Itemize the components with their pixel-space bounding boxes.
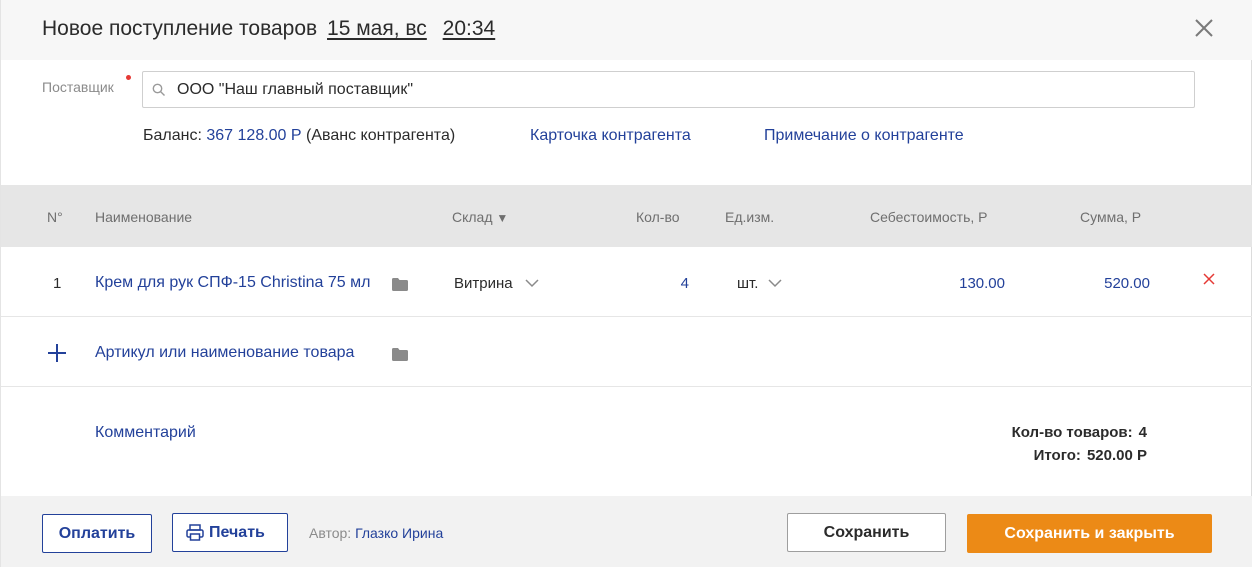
delete-icon[interactable] — [1203, 273, 1215, 285]
required-marker — [126, 75, 131, 80]
supplier-field[interactable] — [142, 71, 1195, 108]
add-product-row: Артикул или наименование товара — [1, 317, 1252, 387]
row-number: 1 — [53, 275, 62, 292]
save-button[interactable]: Сохранить — [787, 513, 946, 552]
column-sum: Сумма, Р — [1080, 209, 1142, 225]
column-warehouse-label: Склад — [452, 209, 493, 225]
close-icon[interactable] — [1192, 16, 1216, 40]
balance-amount: 367 128.00 Р — [206, 127, 302, 144]
dialog-title: Новое поступление товаров 15 мая, вс 20:… — [42, 17, 495, 41]
items-count-label: Кол-во товаров: — [1011, 424, 1133, 441]
column-name: Наименование — [95, 209, 193, 225]
dialog-header: Новое поступление товаров 15 мая, вс 20:… — [1, 0, 1252, 60]
print-button[interactable]: Печать — [172, 513, 288, 552]
author-name: Глазко Ирина — [355, 525, 444, 541]
total-value: 520.00 Р — [1086, 447, 1147, 464]
total-amount: Итого: 520.00 Р — [1034, 447, 1147, 464]
column-unit: Ед.изм. — [725, 209, 775, 225]
table-header: N° Наименование Склад ▼ Кол-во Ед.изм. С… — [1, 185, 1252, 247]
counterparty-note-link[interactable]: Примечание о контрагенте — [764, 127, 964, 145]
save-and-close-button[interactable]: Сохранить и закрыть — [967, 514, 1212, 553]
balance-note: (Аванс контрагента) — [306, 127, 456, 144]
folder-icon[interactable] — [392, 278, 408, 291]
folder-icon[interactable] — [392, 348, 408, 361]
sort-arrow-icon: ▼ — [496, 211, 509, 225]
chevron-down-icon[interactable] — [525, 279, 539, 288]
cost-value[interactable]: 130.00 — [959, 275, 1005, 292]
pay-button[interactable]: Оплатить — [42, 514, 152, 553]
counterparty-card-link[interactable]: Карточка контрагента — [530, 127, 691, 145]
supplier-balance: Баланс: 367 128.00 Р (Аванс контрагента) — [143, 127, 455, 145]
author-label: Автор: — [309, 525, 352, 541]
column-qty: Кол-во — [636, 209, 680, 225]
total-label: Итого: — [1033, 447, 1081, 464]
author-info: Автор: Глазко Ирина — [309, 525, 443, 541]
title-text: Новое поступление товаров — [42, 17, 318, 40]
new-goods-receipt-dialog: Новое поступление товаров 15 мая, вс 20:… — [0, 0, 1252, 567]
product-name-link[interactable]: Крем для рук СПФ-15 Christina 75 мл — [95, 274, 376, 292]
printer-icon — [186, 524, 204, 541]
column-cost: Себестоимость, Р — [870, 209, 988, 225]
unit-select[interactable]: шт. — [737, 275, 758, 292]
supplier-label: Поставщик — [42, 79, 114, 95]
comment-link[interactable]: Комментарий — [95, 424, 196, 442]
time-picker[interactable]: 20:34 — [443, 17, 496, 40]
sum-value: 520.00 — [1104, 275, 1150, 292]
chevron-down-icon[interactable] — [768, 279, 782, 288]
date-picker[interactable]: 15 мая, вс — [327, 17, 427, 40]
items-count: Кол-во товаров: 4 — [1012, 424, 1147, 441]
balance-label: Баланс: — [143, 127, 202, 144]
table-row: 1 Крем для рук СПФ-15 Christina 75 мл Ви… — [1, 247, 1252, 317]
supplier-input[interactable] — [177, 77, 1177, 103]
add-product-input[interactable]: Артикул или наименование товара — [95, 344, 354, 362]
column-num: N° — [47, 209, 63, 225]
items-count-value: 4 — [1138, 424, 1147, 441]
qty-value[interactable]: 4 — [681, 275, 689, 292]
print-button-label: Печать — [209, 524, 265, 541]
dialog-footer: Оплатить Печать Автор: Глазко Ирина Сохр… — [1, 496, 1252, 567]
plus-icon[interactable] — [48, 344, 66, 362]
warehouse-select[interactable]: Витрина — [454, 275, 513, 292]
search-icon — [152, 83, 165, 96]
column-warehouse[interactable]: Склад ▼ — [452, 209, 508, 225]
